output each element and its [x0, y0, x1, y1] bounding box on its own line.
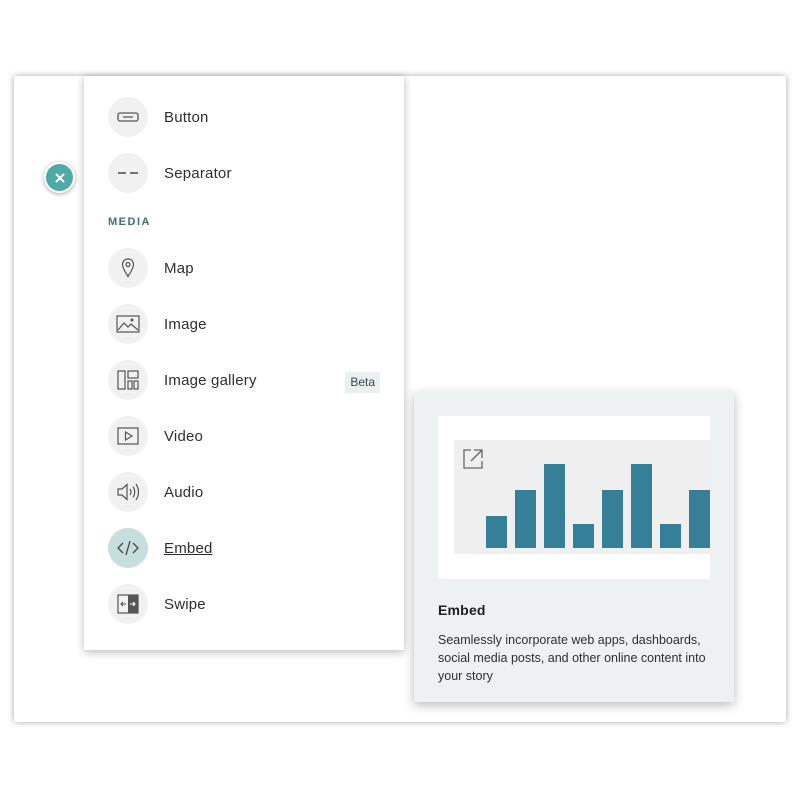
menu-item-label: Image — [164, 315, 207, 333]
close-button[interactable] — [44, 162, 75, 193]
menu-item-audio[interactable]: Audio — [108, 472, 380, 512]
embed-code-icon — [108, 528, 148, 568]
menu-item-embed[interactable]: Embed — [108, 528, 380, 568]
separator-icon — [108, 153, 148, 193]
swipe-icon — [108, 584, 148, 624]
menu-item-label: Video — [164, 427, 204, 445]
menu-item-label: Map — [164, 259, 194, 277]
menu-item-map[interactable]: Map — [108, 248, 380, 288]
chart-bar — [573, 524, 594, 548]
menu-item-label: Audio — [164, 483, 204, 501]
map-pin-icon — [108, 248, 148, 288]
menu-item-label: Image gallery — [164, 371, 257, 389]
embed-info-card: Embed Seamlessly incorporate web apps, d… — [414, 392, 734, 702]
chart-bar — [486, 516, 507, 548]
menu-item-label: Button — [164, 108, 209, 126]
menu-item-label: Swipe — [164, 595, 206, 613]
chart-bar — [660, 524, 681, 548]
preview-bar-chart — [486, 464, 710, 548]
close-icon — [55, 173, 65, 183]
menu-item-image-gallery[interactable]: Image gallery — [108, 360, 380, 400]
menu-item-swipe[interactable]: Swipe — [108, 584, 380, 624]
card-description: Seamlessly incorporate web apps, dashboa… — [438, 633, 706, 683]
beta-badge: Beta — [345, 372, 380, 393]
block-menu-panel: Button Separator MEDIA Map Image Image g… — [84, 76, 404, 650]
chart-bar — [602, 490, 623, 548]
video-icon — [108, 416, 148, 456]
audio-icon — [108, 472, 148, 512]
chart-bar — [515, 490, 536, 548]
menu-item-video[interactable]: Video — [108, 416, 380, 456]
preview-chart-area — [454, 440, 710, 554]
embed-preview — [438, 416, 710, 579]
gallery-icon — [108, 360, 148, 400]
menu-item-label: Embed — [164, 539, 213, 557]
chart-bar — [631, 464, 652, 548]
section-label-media: MEDIA — [108, 216, 151, 228]
card-title: Embed — [438, 602, 486, 618]
next-section-label-clipped — [108, 646, 113, 650]
menu-item-image[interactable]: Image — [108, 304, 380, 344]
menu-item-label: Separator — [164, 164, 232, 182]
menu-item-separator[interactable]: Separator — [108, 153, 380, 193]
image-icon — [108, 304, 148, 344]
button-icon — [108, 97, 148, 137]
chart-bar — [544, 464, 565, 548]
chart-bar — [689, 490, 710, 548]
menu-item-button[interactable]: Button — [108, 97, 380, 137]
